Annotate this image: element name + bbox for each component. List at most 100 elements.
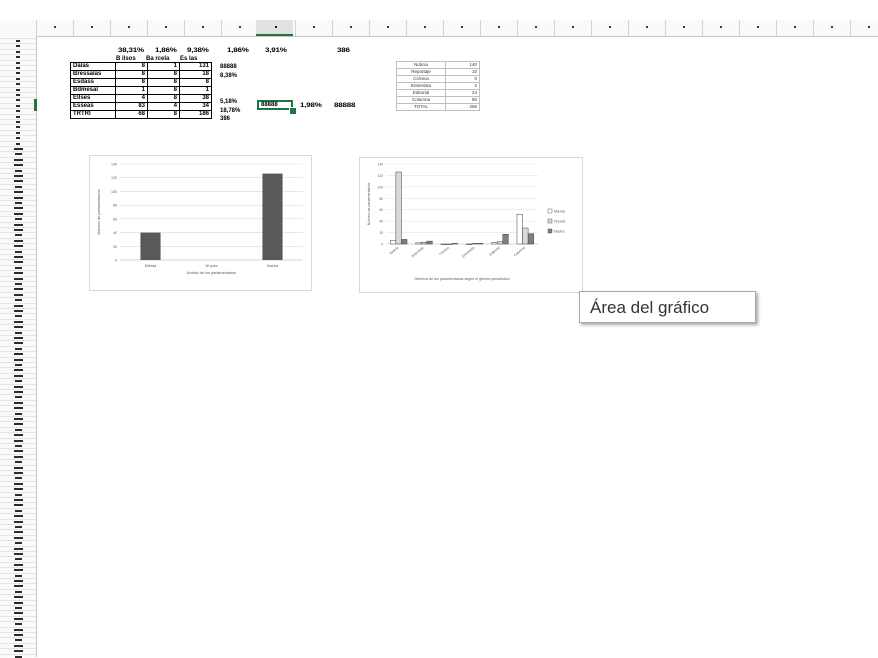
value-cell[interactable]: 83 (115, 102, 148, 111)
row-header-label[interactable] (14, 240, 23, 242)
value-cell[interactable]: 8 (115, 70, 148, 79)
row-header-label[interactable] (14, 359, 23, 361)
cell-pct-1[interactable]: 38,31% (118, 47, 144, 54)
value-cell[interactable]: 1 (147, 62, 180, 71)
column-header-label[interactable] (683, 26, 685, 28)
row-header-label[interactable] (16, 94, 20, 96)
table-row[interactable]: TRTRI 68 8 186 (70, 110, 212, 119)
row-header-label[interactable] (15, 575, 22, 577)
row-header-label[interactable] (15, 153, 22, 155)
row-header-label[interactable] (14, 321, 23, 323)
value-cell[interactable]: 1 (179, 86, 212, 95)
value-cell[interactable]: 8 (147, 86, 180, 95)
row-header-label[interactable] (14, 164, 23, 166)
row-header-label[interactable] (14, 450, 23, 452)
table-row[interactable]: Noticia 140 (396, 61, 480, 69)
row-header-label[interactable] (14, 288, 23, 290)
row-header-label[interactable] (15, 510, 22, 512)
row-header-label[interactable] (14, 418, 23, 420)
row-header-label[interactable] (16, 132, 20, 134)
row-header-label[interactable] (15, 477, 22, 479)
row-header-label[interactable] (14, 207, 23, 209)
row-header-label[interactable] (14, 402, 23, 404)
row-header-label[interactable] (14, 548, 23, 550)
row-header-label[interactable] (14, 353, 23, 355)
row-header-label[interactable] (14, 272, 23, 274)
genre-value-cell[interactable]: 256 (445, 103, 480, 111)
value-cell[interactable]: 8 (179, 78, 212, 87)
row-header-label[interactable] (14, 326, 23, 328)
row-header-label[interactable] (14, 148, 23, 150)
table-row[interactable]: Crónica 0 (396, 75, 480, 83)
row-header-label[interactable] (16, 51, 20, 53)
side-value-cell[interactable]: 18,78% (220, 108, 240, 115)
row-header-label[interactable] (14, 423, 23, 425)
row-header-label[interactable] (14, 564, 23, 566)
chart-area-2[interactable]: 0 20 40 60 80 100 120 140 Noticia Reportaje Crónic… (359, 157, 583, 293)
row-header-label[interactable] (14, 191, 23, 193)
value-cell[interactable]: 18 (179, 70, 212, 79)
table-row[interactable]: Reportaje 10 (396, 68, 480, 76)
column-header-label[interactable] (239, 26, 241, 28)
table-row[interactable]: Esdass 8 8 8 (70, 78, 212, 87)
row-header-label[interactable] (16, 40, 20, 42)
side-value-cell[interactable]: 88888 (220, 64, 237, 71)
chart-area-1[interactable]: 0 20 40 60 80 100 120 140 Mierda Ni puta Nacha Ámbi… (89, 155, 312, 291)
row-header-label[interactable] (15, 186, 22, 188)
row-header-label[interactable] (15, 299, 22, 301)
row-header-label[interactable] (16, 121, 20, 123)
row-header-label[interactable] (15, 283, 22, 285)
sheet-grid[interactable] (37, 37, 878, 657)
table-row[interactable]: Editorial 24 (396, 89, 480, 97)
row-header-label[interactable] (16, 62, 20, 64)
value-cell[interactable]: 1 (115, 86, 148, 95)
row-header-label[interactable] (14, 650, 23, 652)
row-header-label[interactable] (15, 623, 22, 625)
column-header-label[interactable] (202, 26, 204, 28)
column-header-label[interactable] (535, 26, 537, 28)
row-header-label[interactable] (14, 261, 23, 263)
row-header-label[interactable] (15, 607, 22, 609)
row-header-label[interactable] (15, 332, 22, 334)
row-header-label[interactable] (15, 396, 22, 398)
row-header-label[interactable] (14, 337, 23, 339)
value-cell[interactable]: 8 (147, 70, 180, 79)
side-value-cell[interactable]: 5,18% (220, 99, 237, 106)
column-header-label[interactable] (350, 26, 352, 28)
table-row[interactable]: Columna 80 (396, 96, 480, 104)
genre-value-cell[interactable]: 10 (445, 68, 480, 76)
row-header-label[interactable] (14, 467, 23, 469)
row-header-label[interactable] (14, 456, 23, 458)
column-header-label[interactable] (387, 26, 389, 28)
row-header-label[interactable] (14, 294, 23, 296)
genre-label-cell[interactable]: Entrevista (396, 82, 446, 90)
value-cell[interactable]: 186 (179, 110, 212, 119)
row-header-label[interactable] (14, 305, 23, 307)
row-header-label[interactable] (14, 407, 23, 409)
row-header-label[interactable] (14, 391, 23, 393)
cell-pct-2[interactable]: 1,86% (155, 47, 177, 54)
value-cell[interactable]: 68 (115, 110, 148, 119)
row-header-label[interactable] (16, 72, 20, 74)
genre-label-cell[interactable]: TOTAL (396, 103, 446, 111)
column-header-label[interactable] (91, 26, 93, 28)
cell-pct-4[interactable]: 1,86% (227, 47, 249, 54)
row-header-label[interactable] (15, 591, 22, 593)
row-label-cell[interactable]: Ellses (70, 94, 116, 103)
genre-label-cell[interactable]: Editorial (396, 89, 446, 97)
row-header-label[interactable] (14, 472, 23, 474)
value-cell[interactable]: 8 (147, 94, 180, 103)
fill-handle[interactable] (289, 107, 297, 115)
row-header-label[interactable] (14, 175, 23, 177)
column-header-label[interactable] (831, 26, 833, 28)
row-header-label[interactable] (14, 634, 23, 636)
row-header-label[interactable] (14, 515, 23, 517)
value-cell[interactable]: 8 (147, 110, 180, 119)
row-header-label[interactable] (15, 364, 22, 366)
row-header-label[interactable] (14, 553, 23, 555)
row-header-label[interactable] (14, 434, 23, 436)
row-header-label[interactable] (14, 256, 23, 258)
row-header-label[interactable] (14, 375, 23, 377)
row-header-label[interactable] (15, 251, 22, 253)
genre-summary-table[interactable]: Noticia 140 Reportaje 10 Crónica 0 Entrevista 2… (396, 61, 480, 111)
